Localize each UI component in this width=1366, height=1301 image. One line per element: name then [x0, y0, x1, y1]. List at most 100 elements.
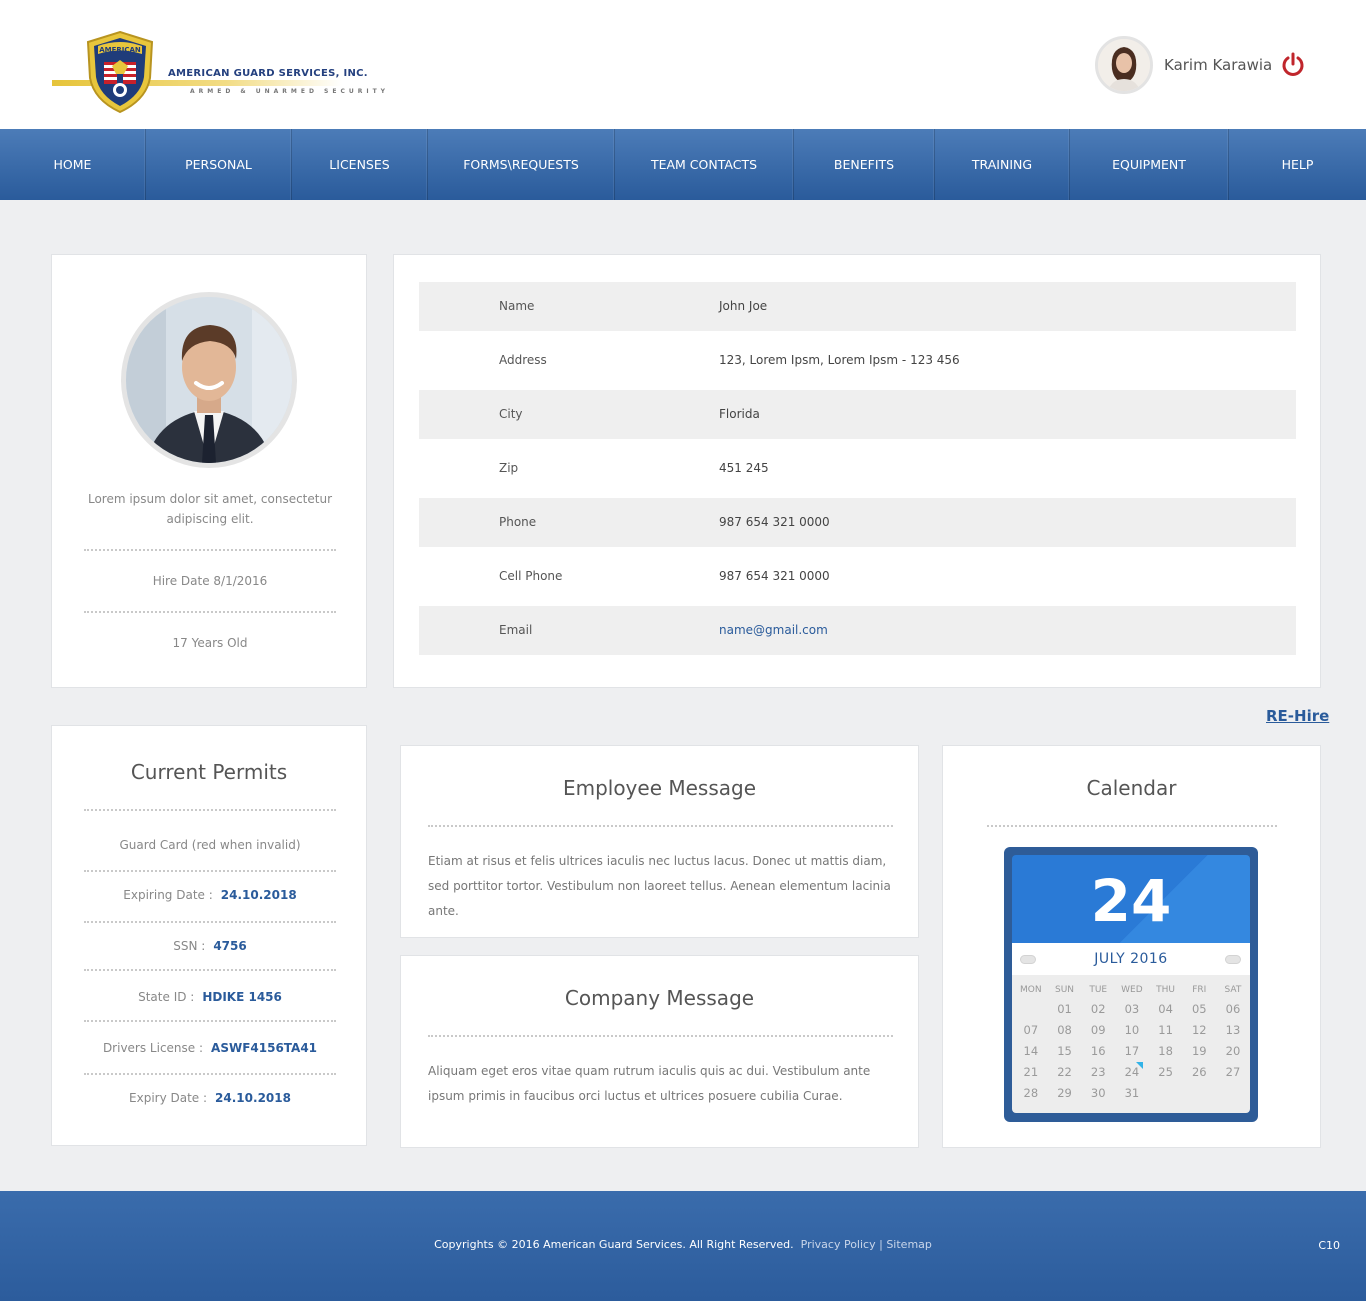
calendar-day[interactable]: 06	[1216, 999, 1250, 1020]
calendar-title: Calendar	[1086, 776, 1177, 800]
calendar-month-year: JULY 2016	[1094, 951, 1168, 967]
calendar-day[interactable]: 23	[1081, 1062, 1115, 1083]
calendar-day[interactable]: 31	[1115, 1083, 1149, 1104]
divider	[84, 921, 336, 923]
calendar-day[interactable]: 16	[1081, 1041, 1115, 1062]
avatar-photo	[1098, 39, 1150, 91]
nav-equipment[interactable]: EQUIPMENT	[1070, 129, 1229, 200]
calendar-day[interactable]: 10	[1115, 1020, 1149, 1041]
calendar-day[interactable]: 29	[1048, 1083, 1082, 1104]
calendar-current-day: 24	[1090, 867, 1172, 935]
profile-photo	[121, 292, 297, 468]
calendar-day[interactable]: 15	[1048, 1041, 1082, 1062]
nav-forms-requests[interactable]: FORMS\REQUESTS	[428, 129, 615, 200]
calendar-day[interactable]: 14	[1014, 1041, 1048, 1062]
divider	[84, 1020, 336, 1022]
calendar-weekday: THU	[1156, 985, 1176, 995]
user-avatar[interactable]	[1095, 36, 1153, 94]
sitemap-link[interactable]: Sitemap	[886, 1238, 932, 1251]
calendar-day[interactable]: 02	[1081, 999, 1115, 1020]
calendar-day[interactable]: 22	[1048, 1062, 1082, 1083]
company-message-text: Aliquam eget eros vitae quam rutrum iacu…	[428, 1064, 871, 1103]
calendar-weekday: FRI	[1192, 985, 1207, 995]
calendar-day[interactable]: 30	[1081, 1083, 1115, 1104]
permits-title: Current Permits	[130, 760, 288, 784]
nav-licenses[interactable]: LICENSES	[292, 129, 428, 200]
calendar-day[interactable]: 17	[1115, 1041, 1149, 1062]
company-message-card: Company Message Aliquam eget eros vitae …	[400, 955, 919, 1148]
hire-date: Hire Date 8/1/2016	[152, 574, 268, 588]
permit-value: 24.10.2018	[220, 888, 297, 902]
calendar-day[interactable]: 01	[1048, 999, 1082, 1020]
detail-value: 123, Lorem Ipsm, Lorem Ipsm - 123 456	[719, 353, 960, 367]
footer: Copyrights © 2016 American Guard Service…	[0, 1191, 1366, 1301]
calendar-day[interactable]: 27	[1216, 1062, 1250, 1083]
privacy-policy-link[interactable]: Privacy Policy	[801, 1238, 876, 1251]
calendar-week-row: 28 29 30 31	[1014, 1083, 1250, 1104]
divider	[84, 870, 336, 872]
user-name[interactable]: Karim Karawia	[1164, 56, 1272, 74]
calendar-day[interactable]: 20	[1216, 1041, 1250, 1062]
detail-label: Email	[499, 623, 533, 637]
permit-value: ASWF4156TA41	[211, 1041, 318, 1055]
email-link[interactable]: name@gmail.com	[719, 623, 828, 637]
detail-label: Address	[499, 353, 547, 367]
detail-value: 987 654 321 0000	[719, 515, 830, 529]
copyright-text: Copyrights © 2016 American Guard Service…	[434, 1238, 794, 1251]
calendar-day[interactable]: 24	[1115, 1062, 1149, 1083]
calendar-day[interactable]: 04	[1149, 999, 1183, 1020]
page-code: C10	[1318, 1239, 1340, 1252]
calendar-week-row: 21 22 23 24 25 26 27	[1014, 1062, 1250, 1083]
calendar-day[interactable]: 18	[1149, 1041, 1183, 1062]
detail-label: Zip	[499, 461, 519, 475]
nav-home[interactable]: HOME	[0, 129, 146, 200]
calendar-weekday: WED	[1121, 985, 1143, 995]
divider	[428, 825, 893, 827]
calendar-day[interactable]: 08	[1048, 1020, 1082, 1041]
nav-personal[interactable]: PERSONAL	[146, 129, 292, 200]
calendar-day[interactable]: 03	[1115, 999, 1149, 1020]
nav-training[interactable]: TRAINING	[935, 129, 1070, 200]
calendar-day[interactable]: 09	[1081, 1020, 1115, 1041]
detail-row-phone: Phone 987 654 321 0000	[419, 498, 1296, 547]
detail-row-address: Address 123, Lorem Ipsm, Lorem Ipsm - 12…	[419, 336, 1296, 385]
calendar-day[interactable]: 25	[1149, 1062, 1183, 1083]
calendar-body: JULY 2016 MON SUN TUE WED THU FRI SAT 01 02 03 04 0…	[1012, 943, 1250, 1113]
calendar-day[interactable]: 28	[1014, 1083, 1048, 1104]
permit-expiry-date: Expiry Date : 24.10.2018	[52, 1091, 368, 1105]
divider	[84, 1073, 336, 1075]
shield-logo-icon: AMERICAN	[86, 30, 154, 114]
company-name: AMERICAN GUARD SERVICES, INC.	[168, 68, 368, 79]
calendar-day[interactable]: 11	[1149, 1020, 1183, 1041]
detail-label: Cell Phone	[499, 569, 563, 583]
calendar-month-bar: JULY 2016	[1012, 943, 1250, 975]
employee-message-text: Etiam at risus et felis ultrices iaculis…	[428, 854, 891, 918]
permit-label: Expiry Date :	[129, 1091, 208, 1105]
permit-value: 24.10.2018	[215, 1091, 291, 1105]
calendar-day[interactable]: 19	[1182, 1041, 1216, 1062]
footer-separator: |	[879, 1238, 883, 1251]
nav-team-contacts[interactable]: TEAM CONTACTS	[615, 129, 794, 200]
calendar-day[interactable]: 07	[1014, 1020, 1048, 1041]
calendar-next-button[interactable]	[1225, 955, 1241, 964]
calendar-weekday: TUE	[1089, 985, 1108, 995]
calendar-day	[1182, 1083, 1216, 1104]
calendar-day[interactable]: 05	[1182, 999, 1216, 1020]
user-menu: Karim Karawia	[1095, 36, 1315, 94]
calendar-day[interactable]: 26	[1182, 1062, 1216, 1083]
calendar-day-header: 24	[1012, 855, 1250, 943]
detail-row-city: City Florida	[419, 390, 1296, 439]
calendar-day[interactable]: 12	[1182, 1020, 1216, 1041]
detail-value: 451 245	[719, 461, 769, 475]
detail-value: 987 654 321 0000	[719, 569, 830, 583]
nav-benefits[interactable]: BENEFITS	[794, 129, 935, 200]
nav-help[interactable]: HELP	[1229, 129, 1366, 200]
divider	[987, 825, 1277, 827]
permit-ssn: SSN : 4756	[52, 939, 368, 953]
calendar-weekday-row: MON SUN TUE WED THU FRI SAT	[1014, 981, 1250, 999]
calendar-day[interactable]: 13	[1216, 1020, 1250, 1041]
company-logo[interactable]: AMERICAN AMERICAN GUARD SERVICES, INC. A…	[50, 28, 385, 114]
rehire-link[interactable]: RE-Hire	[1266, 707, 1329, 725]
calendar-day[interactable]: 21	[1014, 1062, 1048, 1083]
power-icon[interactable]	[1281, 52, 1305, 78]
